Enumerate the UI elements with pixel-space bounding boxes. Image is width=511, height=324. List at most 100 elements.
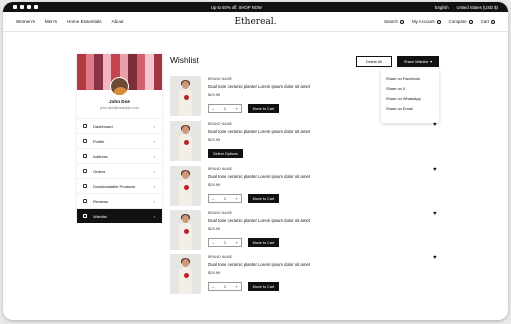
- nav-link-mens[interactable]: Men's: [45, 19, 57, 24]
- product-name[interactable]: Dual tone ceramic planter Lorem ipsum do…: [208, 129, 310, 134]
- brand-name: BRAND NAME: [208, 77, 232, 81]
- plus-icon[interactable]: +: [236, 196, 238, 201]
- share-wishlist-button[interactable]: Share Wishlist ▾: [397, 56, 439, 67]
- browser-frame: Up to 50% off. SHOP NOW English United S…: [3, 2, 508, 320]
- delete-all-button[interactable]: Delete All: [356, 56, 392, 67]
- wishlist-item: BRAND NAME Dual tone ceramic planter Lor…: [170, 166, 442, 206]
- nav-link-about[interactable]: About: [112, 19, 124, 24]
- chevron-right-icon: ›: [153, 123, 155, 129]
- quantity-stepper[interactable]: – 1 +: [208, 282, 242, 291]
- page-title: Wishlist: [170, 55, 199, 65]
- location-icon: [83, 154, 87, 158]
- sidebar-item-label: Address: [93, 153, 108, 159]
- x-icon[interactable]: [20, 5, 24, 9]
- heart-icon: [83, 214, 87, 218]
- dashboard-icon: [83, 124, 87, 128]
- product-image[interactable]: [170, 76, 201, 116]
- reviews-icon: [83, 199, 87, 203]
- compare-label: Compare: [448, 19, 467, 24]
- language-select[interactable]: English: [435, 5, 449, 10]
- product-image[interactable]: [170, 254, 201, 294]
- plus-icon[interactable]: +: [236, 240, 238, 245]
- quantity-value: 1: [223, 106, 227, 111]
- quantity-stepper[interactable]: – 1 +: [208, 104, 242, 113]
- search-link[interactable]: Search: [384, 19, 404, 24]
- wishlist-item: BRAND NAME Dual tone ceramic planter Lor…: [170, 121, 442, 161]
- quantity-stepper[interactable]: – 1 +: [208, 194, 242, 203]
- nav-link-womens[interactable]: Women's: [16, 19, 35, 24]
- profile-icon: [83, 139, 87, 143]
- sidebar-item-profile[interactable]: Profile ›: [77, 133, 162, 148]
- move-to-cart-button[interactable]: Move to Cart: [248, 104, 279, 113]
- sidebar-item-label: Wishlist: [93, 213, 107, 219]
- heart-icon[interactable]: ♥: [433, 122, 437, 128]
- brand-name: BRAND NAME: [208, 167, 232, 171]
- site-logo[interactable]: Ethereal.: [234, 17, 276, 27]
- product-price: $29.99: [208, 270, 221, 275]
- minus-icon[interactable]: –: [212, 240, 214, 245]
- sidebar-item-dashboard[interactable]: Dashboard ›: [77, 118, 162, 133]
- quantity-value: 1: [223, 240, 227, 245]
- account-label: My Account: [411, 19, 435, 24]
- user-email: john.doe@example.com: [100, 106, 139, 110]
- instagram-icon[interactable]: [27, 5, 31, 9]
- sidebar-item-orders[interactable]: Orders ›: [77, 163, 162, 178]
- plus-icon[interactable]: +: [236, 284, 238, 289]
- chevron-right-icon: ›: [153, 213, 155, 219]
- promo-text[interactable]: Up to 50% off. SHOP NOW: [211, 5, 262, 10]
- nav-link-home-essentials[interactable]: Home Essentials: [67, 19, 101, 24]
- account-sidebar: John Doe john.doe@example.com Dashboard ›…: [77, 54, 162, 223]
- avatar: [110, 77, 129, 96]
- compare-icon: [468, 19, 473, 24]
- currency-select[interactable]: United States (USD $): [457, 5, 498, 10]
- heart-icon[interactable]: ♥: [433, 211, 437, 217]
- heart-icon[interactable]: ♥: [433, 167, 437, 173]
- minus-icon[interactable]: –: [212, 106, 214, 111]
- product-price: $29.99: [208, 226, 221, 231]
- sidebar-item-wishlist[interactable]: Wishlist ›: [77, 208, 162, 223]
- product-price: $29.99: [208, 92, 221, 97]
- sidebar-item-label: Orders: [93, 168, 106, 174]
- youtube-icon[interactable]: [34, 5, 38, 9]
- product-name[interactable]: Dual tone ceramic planter Lorem ipsum do…: [208, 218, 310, 223]
- account-link[interactable]: My Account: [412, 19, 441, 24]
- cart-label: Cart: [480, 19, 489, 24]
- heart-icon[interactable]: ♥: [433, 255, 437, 261]
- quantity-value: 1: [223, 196, 227, 201]
- product-price: $29.99: [208, 137, 221, 142]
- move-to-cart-button[interactable]: Move to Cart: [248, 282, 279, 291]
- quantity-value: 1: [223, 284, 227, 289]
- select-options-button[interactable]: Select Options: [208, 149, 243, 158]
- move-to-cart-button[interactable]: Move to Cart: [248, 238, 279, 247]
- move-to-cart-button[interactable]: Move to Cart: [248, 194, 279, 203]
- product-price: $29.99: [208, 182, 221, 187]
- brand-name: BRAND NAME: [208, 122, 232, 126]
- user-name: John Doe: [109, 99, 130, 104]
- search-icon: [399, 19, 404, 24]
- product-image[interactable]: [170, 166, 201, 206]
- sidebar-item-label: Profile: [93, 138, 105, 144]
- plus-icon[interactable]: +: [236, 106, 238, 111]
- orders-icon: [83, 169, 87, 173]
- quantity-stepper[interactable]: – 1 +: [208, 238, 242, 247]
- chevron-right-icon: ›: [153, 183, 155, 189]
- chevron-right-icon: ›: [153, 153, 155, 159]
- facebook-icon[interactable]: [13, 5, 17, 9]
- product-name[interactable]: Dual tone ceramic planter Lorem ipsum do…: [208, 84, 310, 89]
- compare-link[interactable]: Compare: [449, 19, 473, 24]
- product-name[interactable]: Dual tone ceramic planter Lorem ipsum do…: [208, 262, 310, 267]
- wishlist-item: BRAND NAME Dual tone ceramic planter Lor…: [170, 254, 442, 294]
- sidebar-item-address[interactable]: Address ›: [77, 148, 162, 163]
- main-navigation: Women's Men's Home Essentials About Ethe…: [3, 12, 508, 32]
- product-image[interactable]: [170, 121, 201, 161]
- wishlist-item: BRAND NAME Dual tone ceramic planter Lor…: [170, 76, 442, 116]
- minus-icon[interactable]: –: [212, 196, 214, 201]
- minus-icon[interactable]: –: [212, 284, 214, 289]
- sidebar-item-downloadable-products[interactable]: Downloadable Products ›: [77, 178, 162, 193]
- sidebar-item-label: Dashboard: [93, 123, 113, 129]
- product-name[interactable]: Dual tone ceramic planter Lorem ipsum do…: [208, 174, 310, 179]
- product-image[interactable]: [170, 210, 201, 250]
- cart-link[interactable]: Cart: [481, 19, 495, 24]
- chevron-right-icon: ›: [153, 168, 155, 174]
- sidebar-item-reviews[interactable]: Reviews ›: [77, 193, 162, 208]
